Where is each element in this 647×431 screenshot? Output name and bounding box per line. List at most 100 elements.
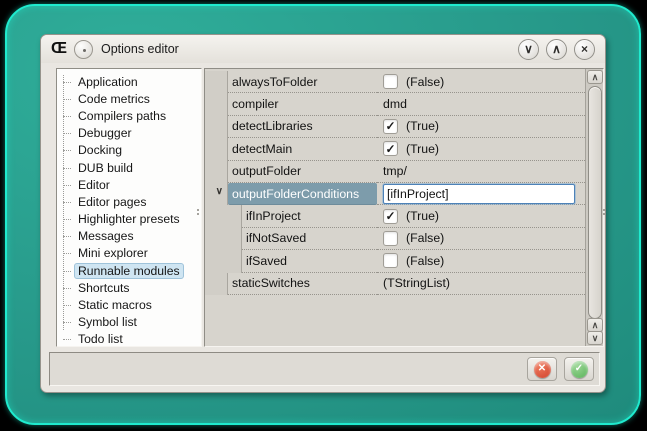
sidebar-item-application[interactable]: Application [57, 73, 201, 90]
accept-button[interactable]: ✓ [564, 357, 594, 381]
sidebar-item-label: Debugger [74, 125, 136, 141]
value-label: (False) [406, 254, 444, 268]
property-name[interactable]: outputFolderConditions [228, 183, 377, 205]
property-name[interactable]: alwaysToFolder [228, 71, 377, 93]
sidebar-item-label: Symbol list [74, 314, 141, 330]
value-label: dmd [383, 97, 407, 111]
checkbox-unchecked-icon[interactable] [383, 74, 398, 89]
sidebar-item-label: Compilers paths [74, 108, 170, 124]
category-tree: ApplicationCode metricsCompilers pathsDe… [57, 73, 201, 346]
sidebar-item-label: Docking [74, 142, 126, 158]
property-row-detectMain: detectMain ✓ (True) [205, 138, 585, 160]
cancel-button[interactable]: ✕ [527, 357, 557, 381]
window-menu-button[interactable] [74, 40, 93, 59]
sidebar-item-dub-build[interactable]: DUB build [57, 159, 201, 176]
row-gutter [205, 71, 228, 93]
accept-icon: ✓ [571, 361, 588, 378]
property-row-ifSaved: ifSaved (False) [205, 250, 585, 272]
sidebar-item-editor[interactable]: Editor [57, 176, 201, 193]
close-button[interactable]: × [574, 39, 595, 60]
sidebar-item-highlighter-presets[interactable]: Highlighter presets [57, 211, 201, 228]
property-grid: alwaysToFolder(False)compilerdmddetectLi… [204, 68, 604, 347]
row-gutter [205, 205, 242, 227]
row-gutter [205, 161, 228, 183]
property-row-outputFolder: outputFoldertmp/ [205, 161, 585, 183]
checkbox-checked-icon[interactable]: ✓ [383, 209, 398, 224]
sidebar-item-shortcuts[interactable]: Shortcuts [57, 279, 201, 296]
sidebar-item-docking[interactable]: Docking [57, 142, 201, 159]
scroll-up-icon[interactable]: ∧ [587, 70, 603, 84]
sidebar-item-runnable-modules[interactable]: Runnable modules [57, 262, 201, 279]
property-name[interactable]: ifInProject [242, 205, 377, 227]
sidebar-item-label: DUB build [74, 160, 137, 176]
window-controls: ∨ ∧ × [518, 39, 595, 60]
checkbox-unchecked-icon[interactable] [383, 231, 398, 246]
property-value: (False) [377, 71, 585, 93]
property-row-outputFolderConditions: ∨ outputFolderConditions [205, 183, 585, 205]
sidebar-item-label: Mini explorer [74, 245, 152, 261]
window-title: Options editor [101, 42, 179, 56]
property-value: dmd [377, 93, 585, 115]
property-name[interactable]: ifSaved [242, 250, 377, 272]
property-rows: alwaysToFolder(False)compilerdmddetectLi… [205, 69, 585, 346]
sidebar-item-symbol-list[interactable]: Symbol list [57, 314, 201, 331]
checkbox-checked-icon[interactable]: ✓ [383, 141, 398, 156]
scrollbar-thumb[interactable] [588, 86, 602, 319]
sidebar-item-label: Messages [74, 228, 138, 244]
titlebar[interactable]: Œ Options editor ∨ ∧ × [41, 35, 605, 63]
sidebar-item-label: Runnable modules [74, 263, 184, 279]
property-value: ✓ (True) [377, 205, 585, 227]
value-input[interactable] [383, 184, 575, 204]
property-value: ✓ (True) [377, 138, 585, 160]
property-name[interactable]: ifNotSaved [242, 228, 377, 250]
maximize-button[interactable]: ∧ [546, 39, 567, 60]
sidebar-item-todo-list[interactable]: Todo list [57, 331, 201, 347]
property-value: (TStringList) [377, 273, 585, 295]
property-row-alwaysToFolder: alwaysToFolder(False) [205, 71, 585, 93]
property-row-staticSwitches: staticSwitches (TStringList) [205, 273, 585, 295]
splitter-grip[interactable] [197, 207, 200, 221]
property-name[interactable]: compiler [228, 93, 377, 115]
property-value: ✓(True) [377, 116, 585, 138]
checkbox-unchecked-icon[interactable] [383, 253, 398, 268]
row-gutter [205, 93, 228, 115]
sidebar-item-compilers-paths[interactable]: Compilers paths [57, 107, 201, 124]
property-value: tmp/ [377, 161, 585, 183]
minimize-button[interactable]: ∨ [518, 39, 539, 60]
sidebar-item-editor-pages[interactable]: Editor pages [57, 193, 201, 210]
property-value [377, 183, 585, 205]
row-gutter [205, 273, 228, 295]
sidebar-item-label: Editor pages [74, 194, 150, 210]
row-gutter [205, 116, 228, 138]
checkbox-checked-icon[interactable]: ✓ [383, 119, 398, 134]
sidebar-item-messages[interactable]: Messages [57, 228, 201, 245]
app-logo-icon: Œ [51, 41, 66, 57]
property-value: (False) [377, 250, 585, 272]
sidebar-item-label: Static macros [74, 297, 156, 313]
value-label: (True) [406, 142, 439, 156]
vertical-scrollbar[interactable]: ∧ ∧ ∨ [585, 69, 603, 346]
status-panel: ✕ ✓ [49, 352, 600, 386]
property-row-detectLibraries: detectLibraries✓(True) [205, 116, 585, 138]
category-list: ApplicationCode metricsCompilers pathsDe… [56, 68, 202, 347]
property-name[interactable]: detectLibraries [228, 116, 377, 138]
value-label: (TStringList) [383, 276, 450, 290]
sidebar-item-static-macros[interactable]: Static macros [57, 296, 201, 313]
resize-grip[interactable] [603, 207, 606, 221]
property-name[interactable]: detectMain [228, 138, 377, 160]
sidebar-item-debugger[interactable]: Debugger [57, 125, 201, 142]
property-row-ifNotSaved: ifNotSaved (False) [205, 228, 585, 250]
row-gutter [205, 138, 228, 160]
property-name[interactable]: outputFolder [228, 161, 377, 183]
value-label: (True) [406, 209, 439, 223]
row-gutter: ∨ [205, 183, 228, 205]
sidebar-item-code-metrics[interactable]: Code metrics [57, 90, 201, 107]
property-row-compiler: compiler dmd [205, 93, 585, 115]
collapse-chevron-icon[interactable]: ∨ [216, 186, 223, 197]
cancel-icon: ✕ [534, 361, 551, 378]
value-label: (False) [406, 231, 444, 245]
sidebar-item-mini-explorer[interactable]: Mini explorer [57, 245, 201, 262]
scroll-up2-icon[interactable]: ∧ [587, 318, 603, 332]
scroll-down-icon[interactable]: ∨ [587, 331, 603, 345]
property-name[interactable]: staticSwitches [228, 273, 377, 295]
